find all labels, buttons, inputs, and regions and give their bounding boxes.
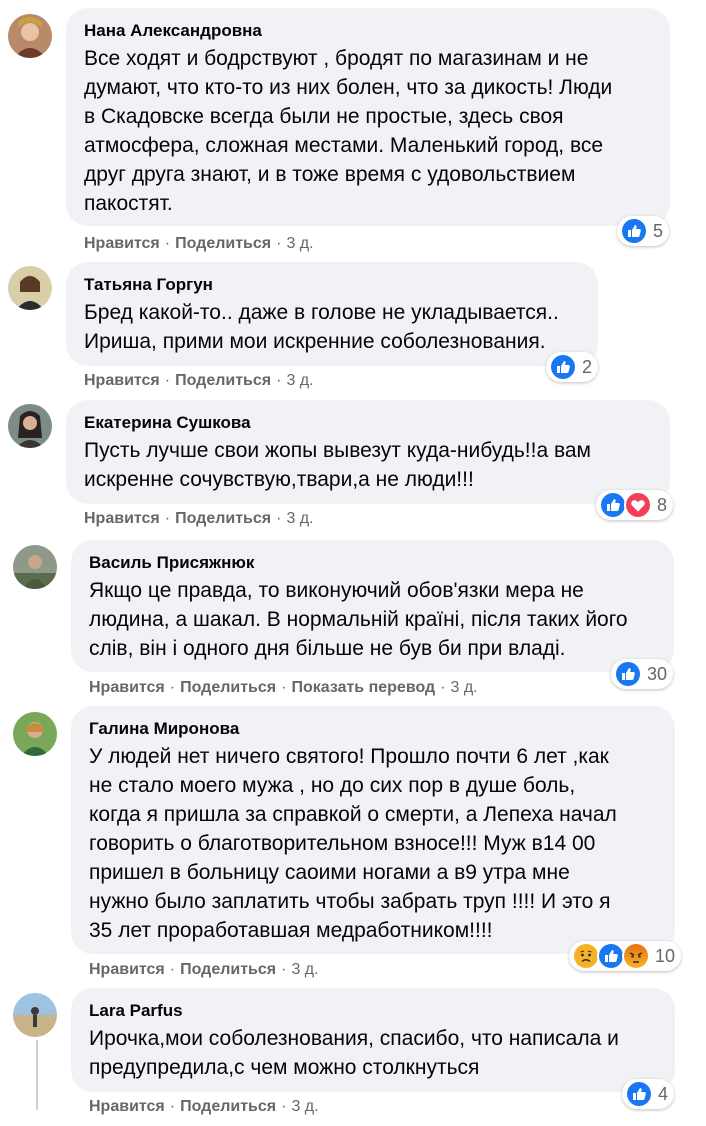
like-button[interactable]: Нравится xyxy=(84,510,160,527)
comment-author[interactable]: Татьяна Горгун xyxy=(84,274,580,296)
like-button[interactable]: Нравится xyxy=(89,679,165,696)
reaction-count: 4 xyxy=(658,1083,669,1104)
comment-actions: Нравится · Поделиться · Показать перевод · 3 д… xyxy=(89,679,478,696)
share-button[interactable]: Поделиться xyxy=(175,372,271,389)
reaction-summary[interactable]: 2 xyxy=(546,352,599,382)
comment-text: Пусть лучше свои жопы вывезут куда-нибуд… xyxy=(84,439,591,491)
comment-text: Якщо це правда, то виконуючий обов'язки … xyxy=(89,579,628,660)
comment-actions: Нравится · Поделиться · 3 д. xyxy=(84,510,314,527)
like-button[interactable]: Нравится xyxy=(89,961,165,978)
avatar[interactable] xyxy=(13,712,57,756)
avatar[interactable] xyxy=(13,993,57,1037)
avatar[interactable] xyxy=(8,14,52,58)
avatar[interactable] xyxy=(13,545,57,589)
reaction-count: 8 xyxy=(657,494,668,515)
comment-bubble: Галина Миронова У людей нет ничего свято… xyxy=(71,706,675,954)
comment-author[interactable]: Lara Parfus xyxy=(89,1000,657,1022)
reaction-count: 10 xyxy=(655,945,676,966)
reaction-summary[interactable]: 4 xyxy=(622,1079,675,1109)
like-icon xyxy=(620,217,648,245)
reaction-count: 30 xyxy=(647,663,668,684)
comment-timestamp[interactable]: 3 д. xyxy=(286,372,313,389)
reaction-summary[interactable]: 8 xyxy=(596,490,674,520)
comment-timestamp[interactable]: 3 д. xyxy=(286,235,313,252)
angry-icon xyxy=(622,942,650,970)
comment-timestamp[interactable]: 3 д. xyxy=(291,961,318,978)
share-button[interactable]: Поделиться xyxy=(180,679,276,696)
comment-timestamp[interactable]: 3 д. xyxy=(286,510,313,527)
reaction-count: 5 xyxy=(653,220,664,241)
comment-bubble: Татьяна Горгун Бред какой-то.. даже в го… xyxy=(66,262,598,366)
translate-button[interactable]: Показать перевод xyxy=(291,679,435,696)
like-icon xyxy=(599,491,627,519)
comment-bubble: Нана Александровна Все ходят и бодрствую… xyxy=(66,8,670,226)
like-button[interactable]: Нравится xyxy=(84,235,160,252)
comment-timestamp[interactable]: 3 д. xyxy=(291,1098,318,1115)
comment-author[interactable]: Нана Александровна xyxy=(84,20,652,42)
comment-bubble: Lara Parfus Ирочка,мои соболезнования, с… xyxy=(71,988,675,1092)
reaction-summary[interactable]: 30 xyxy=(611,659,674,689)
share-button[interactable]: Поделиться xyxy=(180,1098,276,1115)
like-icon xyxy=(597,942,625,970)
love-icon xyxy=(624,491,652,519)
comment-text: У людей нет ничего святого! Прошло почти… xyxy=(89,745,617,942)
comment-actions: Нравится · Поделиться · 3 д. xyxy=(84,372,314,389)
reaction-count: 2 xyxy=(582,356,593,377)
like-icon xyxy=(614,660,642,688)
avatar[interactable] xyxy=(8,266,52,310)
comment-bubble: Екатерина Сушкова Пусть лучше свои жопы … xyxy=(66,400,670,504)
comment-author[interactable]: Василь Присяжнюк xyxy=(89,552,656,574)
sad-icon xyxy=(572,942,600,970)
comment-text: Ирочка,мои соболезнования, спасибо, что … xyxy=(89,1027,619,1079)
comment-text: Бред какой-то.. даже в голове не укладыв… xyxy=(84,301,559,353)
like-button[interactable]: Нравится xyxy=(84,372,160,389)
comment-timestamp[interactable]: 3 д. xyxy=(451,679,478,696)
comment-text: Все ходят и бодрствуют , бродят по магаз… xyxy=(84,47,613,215)
like-icon xyxy=(625,1080,653,1108)
reaction-summary[interactable]: 5 xyxy=(617,216,670,246)
like-icon xyxy=(549,353,577,381)
reply-thread-line xyxy=(36,1040,38,1110)
comment-actions: Нравится · Поделиться · 3 д. xyxy=(89,1098,319,1115)
comment-bubble: Василь Присяжнюк Якщо це правда, то вико… xyxy=(71,540,674,672)
reaction-summary[interactable]: 10 xyxy=(569,941,682,971)
comment-actions: Нравится · Поделиться · 3 д. xyxy=(89,961,319,978)
comment-author[interactable]: Галина Миронова xyxy=(89,718,657,740)
share-button[interactable]: Поделиться xyxy=(180,961,276,978)
share-button[interactable]: Поделиться xyxy=(175,510,271,527)
comment-actions: Нравится · Поделиться · 3 д. xyxy=(84,235,314,252)
share-button[interactable]: Поделиться xyxy=(175,235,271,252)
avatar[interactable] xyxy=(8,404,52,448)
like-button[interactable]: Нравится xyxy=(89,1098,165,1115)
comment-author[interactable]: Екатерина Сушкова xyxy=(84,412,652,434)
